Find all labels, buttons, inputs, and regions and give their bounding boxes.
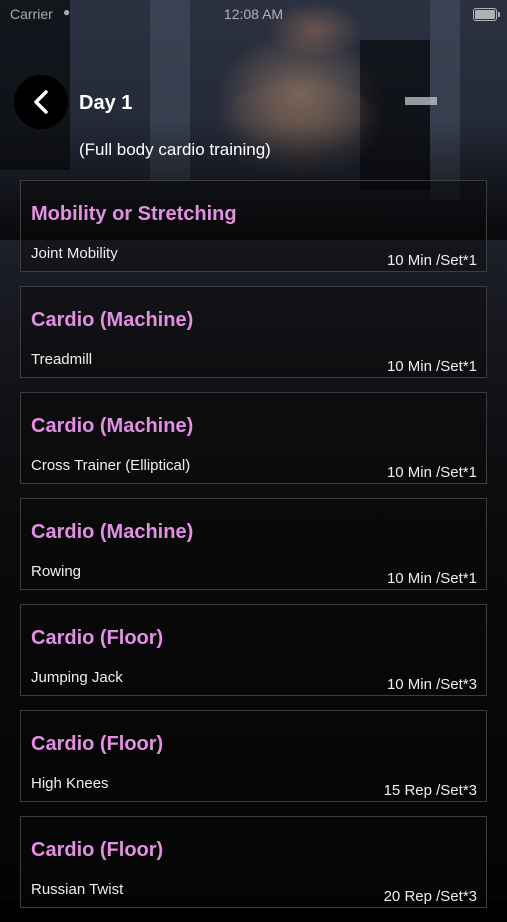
exercise-name: Russian Twist [31,881,124,898]
exercise-category: Cardio (Floor) [31,839,164,861]
exercise-name: Cross Trainer (Elliptical) [31,457,191,474]
exercise-category: Cardio (Machine) [31,415,194,437]
exercise-duration: 10 Min /Set*1 [386,358,477,375]
exercise-card[interactable]: Cardio (Machine) Rowing 10 Min /Set*1 [20,498,487,590]
chevron-left-icon [34,90,48,114]
exercise-name: High Knees [31,775,109,792]
exercise-duration: 10 Min /Set*1 [386,464,477,481]
exercise-name: Treadmill [31,351,93,368]
battery-icon [473,8,500,21]
exercise-name: Jumping Jack [31,669,123,686]
exercise-duration: 10 Min /Set*3 [386,676,477,693]
exercise-card[interactable]: Mobility or Stretching Joint Mobility 10… [20,180,487,272]
exercise-name: Rowing [31,563,82,580]
page-title: Day 1 [79,92,133,114]
exercise-card[interactable]: Cardio (Floor) Russian Twist 20 Rep /Set… [20,816,487,908]
exercise-card[interactable]: Cardio (Floor) Jumping Jack 10 Min /Set*… [20,604,487,696]
exercise-category: Cardio (Floor) [31,733,164,755]
exercise-category: Mobility or Stretching [31,203,237,225]
exercise-category: Cardio (Machine) [31,521,194,543]
exercise-name: Joint Mobility [31,245,118,262]
exercise-category: Cardio (Floor) [31,627,164,649]
exercise-card[interactable]: Cardio (Floor) High Knees 15 Rep /Set*3 [20,710,487,802]
exercise-duration: 10 Min /Set*1 [386,252,477,269]
exercise-category: Cardio (Machine) [31,309,194,331]
back-button[interactable] [14,75,68,129]
status-time: 12:08 AM [223,6,284,22]
exercise-card[interactable]: Cardio (Machine) Treadmill 10 Min /Set*1 [20,286,487,378]
exercise-list: Mobility or Stretching Joint Mobility 10… [20,180,487,922]
exercise-duration: 15 Rep /Set*3 [383,782,477,799]
page-subtitle: (Full body cardio training) [79,140,271,159]
exercise-card[interactable]: Cardio (Machine) Cross Trainer (Elliptic… [20,392,487,484]
exercise-duration: 20 Rep /Set*3 [383,888,477,905]
status-bar: Carrier ● 12:08 AM [0,4,507,26]
exercise-duration: 10 Min /Set*1 [386,570,477,587]
